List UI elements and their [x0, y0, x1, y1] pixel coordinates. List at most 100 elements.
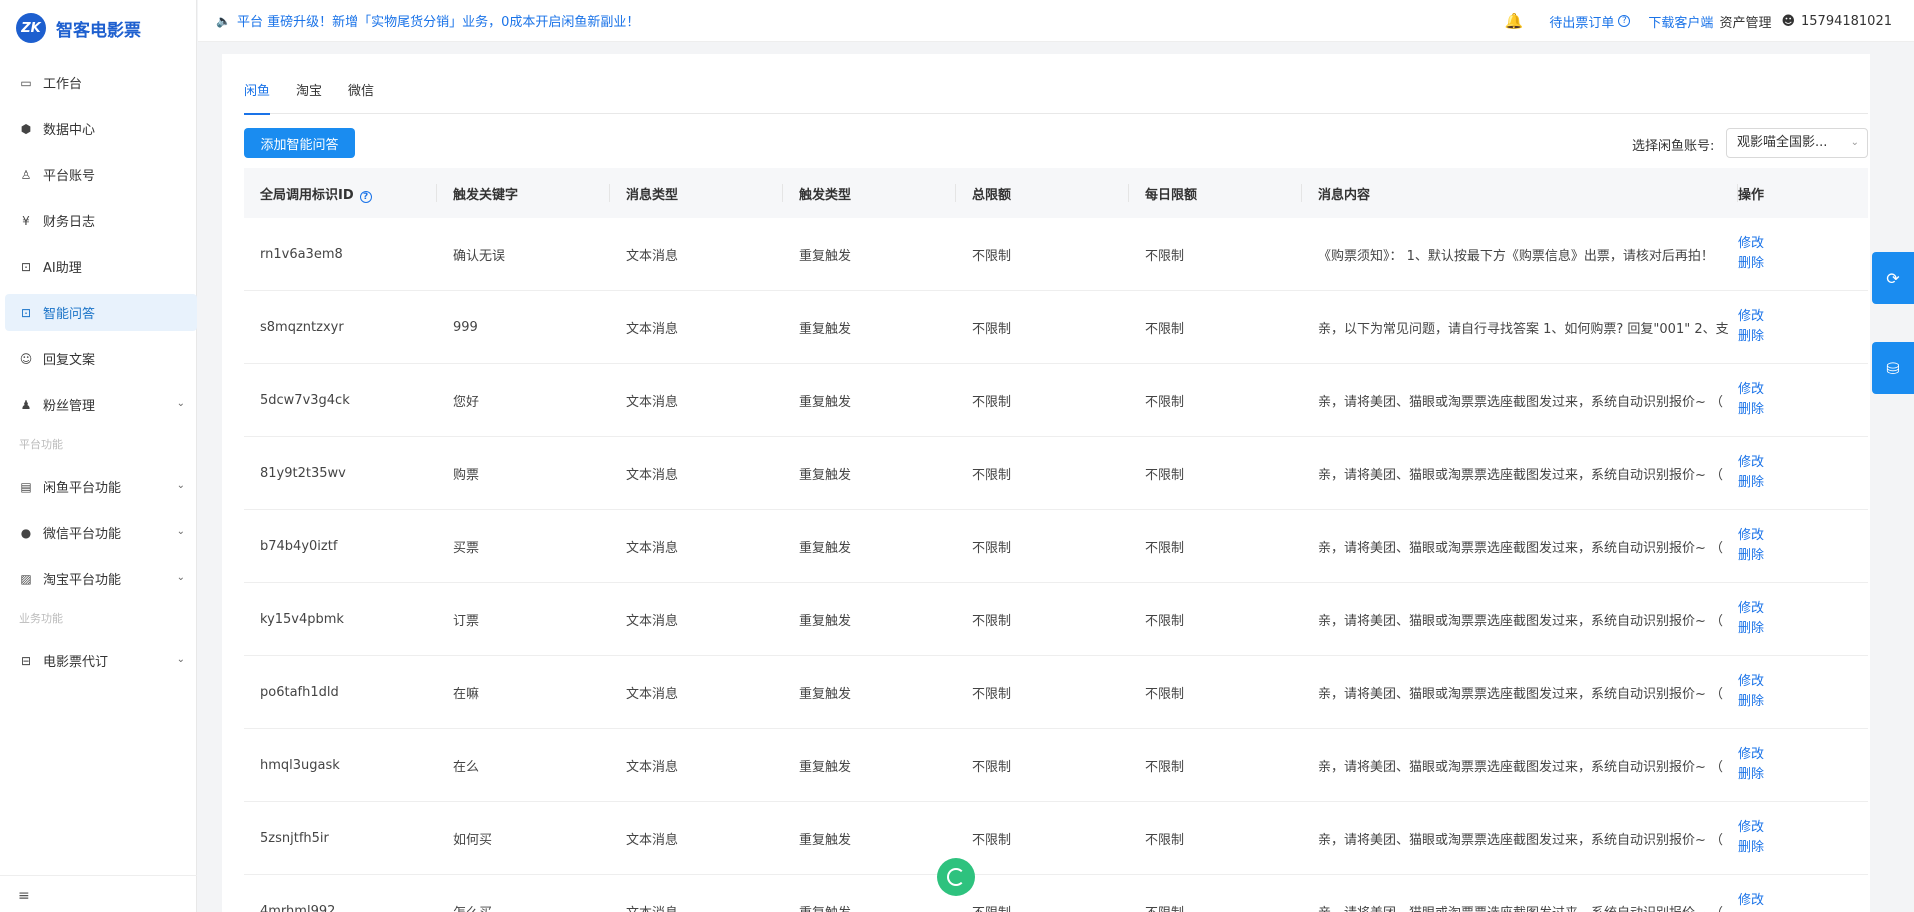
cell-msg_type: 文本消息	[626, 759, 679, 775]
account-select[interactable]: 观影喵全国影... ⌄	[1726, 128, 1868, 158]
tab-xianyu[interactable]: 闲鱼	[244, 82, 271, 115]
sidebar-item-movie-ticket[interactable]: ⊟ 电影票代订 ⌄	[5, 642, 197, 679]
table-row: 81y9t2t35wv 购票 文本消息 重复触发 不限制 不限制 亲，请将美团、猫眼或淘票票…	[244, 437, 1868, 510]
sidebar-item-finance-log[interactable]: ¥ 财务日志	[5, 202, 197, 239]
cell-id: rn1v6a3em8	[260, 246, 343, 262]
delete-link[interactable]: 删除	[1738, 327, 1868, 347]
sidebar-item-platform-account[interactable]: ♙ 平台账号	[5, 156, 197, 193]
cell-content: 亲，请将美团、猫眼或淘票票选座截图发过来，系统自动识别报价~ （	[1318, 540, 1724, 556]
edit-link[interactable]: 修改	[1738, 672, 1868, 692]
help-icon[interactable]: ?	[359, 190, 372, 203]
sidebar-item-label: 回复文案	[43, 353, 96, 368]
delete-link[interactable]: 删除	[1738, 473, 1868, 493]
cell-actions: 修改删除	[1738, 453, 1868, 493]
divider	[0, 875, 197, 876]
cell-daily: 不限制	[1145, 467, 1185, 483]
cell-total: 不限制	[972, 832, 1012, 848]
column-header-trigger-type: 触发类型	[783, 183, 956, 203]
cell-actions: 修改删除	[1738, 818, 1868, 858]
cell-trigger: 重复触发	[799, 248, 852, 264]
main-card: 闲鱼 淘宝 微信 添加智能问答 选择闲鱼账号: 观影喵全国影... ⌄ 全局调用…	[222, 54, 1870, 912]
platform-tabs: 闲鱼 淘宝 微信	[244, 82, 1868, 115]
sidebar-item-label: 工作台	[43, 77, 83, 92]
cell-daily: 不限制	[1145, 759, 1185, 775]
edit-link[interactable]: 修改	[1738, 453, 1868, 473]
account-select-label: 选择闲鱼账号:	[1632, 139, 1715, 154]
table-row: rn1v6a3em8 确认无误 文本消息 重复触发 不限制 不限制 《购票须知》： 1、默认…	[244, 218, 1868, 291]
cell-daily: 不限制	[1145, 686, 1185, 702]
speaker-icon: 🔈	[216, 13, 231, 28]
cell-id: 5zsnjtfh5ir	[260, 830, 329, 846]
yuan-icon: ¥	[22, 213, 30, 228]
fans-icon: ♟	[20, 397, 32, 412]
edit-link[interactable]: 修改	[1738, 526, 1868, 546]
refresh-float-button[interactable]: ⟳	[1872, 252, 1914, 304]
cell-content: 亲，请将美团、猫眼或淘票票选座截图发过来，系统自动识别报价~ （	[1318, 394, 1724, 410]
tab-taobao[interactable]: 淘宝	[296, 82, 322, 114]
sidebar-item-label: 财务日志	[43, 215, 96, 230]
column-header-label: 全局调用标识ID	[260, 187, 354, 203]
user-phone[interactable]: 15794181021	[1801, 14, 1892, 29]
sidebar-item-xianyu[interactable]: ▤ 闲鱼平台功能 ⌄	[5, 468, 197, 505]
pending-orders-link[interactable]: 待出票订单	[1549, 12, 1614, 31]
top-bar-actions: 🔔 待出票订单 ? 下载客户端 资产管理 ☻ 15794181021	[1505, 0, 1892, 42]
collapse-menu-icon[interactable]: ≡	[18, 888, 30, 904]
sidebar-item-data-center[interactable]: ⬢ 数据中心	[5, 110, 197, 147]
delete-link[interactable]: 删除	[1738, 619, 1868, 639]
sidebar-item-wechat[interactable]: ● 微信平台功能 ⌄	[5, 514, 197, 551]
cell-daily: 不限制	[1145, 321, 1185, 337]
logo[interactable]: ZK 智客电影票	[0, 0, 196, 56]
column-header-msg-type: 消息类型	[610, 183, 783, 203]
top-bar: 🔈 平台 重磅升级！新增「实物尾货分销」业务，0成本开启闲鱼新副业！ 🔔 待出票…	[198, 0, 1914, 42]
delete-link[interactable]: 删除	[1738, 765, 1868, 785]
cell-content: 亲，以下为常见问题，请自行寻找答案 1、如何购票? 回复"001" 2、支	[1318, 321, 1729, 337]
delete-link[interactable]: 删除	[1738, 400, 1868, 420]
delete-link[interactable]: 删除	[1738, 838, 1868, 858]
add-smart-qa-button[interactable]: 添加智能问答	[244, 128, 355, 158]
edit-link[interactable]: 修改	[1738, 234, 1868, 254]
asset-management-link[interactable]: 资产管理	[1719, 12, 1771, 31]
cell-daily: 不限制	[1145, 394, 1185, 410]
refresh-icon: ⟳	[1886, 268, 1900, 288]
cell-msg_type: 文本消息	[626, 832, 679, 848]
cell-total: 不限制	[972, 321, 1012, 337]
announcement: 🔈 平台 重磅升级！新增「实物尾货分销」业务，0成本开启闲鱼新副业！	[216, 11, 640, 31]
cell-msg_type: 文本消息	[626, 613, 679, 629]
cell-trigger: 重复触发	[799, 321, 852, 337]
table-body: rn1v6a3em8 确认无误 文本消息 重复触发 不限制 不限制 《购票须知》： 1、默认…	[244, 218, 1868, 912]
sidebar-item-taobao[interactable]: ▨ 淘宝平台功能 ⌄	[5, 560, 197, 597]
delete-link[interactable]: 删除	[1738, 254, 1868, 274]
cell-actions: 修改删除	[1738, 672, 1868, 712]
cell-id: 5dcw7v3g4ck	[260, 392, 350, 408]
help-icon[interactable]: ?	[1618, 15, 1631, 27]
edit-link[interactable]: 修改	[1738, 891, 1868, 911]
edit-link[interactable]: 修改	[1738, 380, 1868, 400]
sidebar-item-smart-qa[interactable]: ⊡ 智能问答	[5, 294, 197, 331]
cell-trigger: 重复触发	[799, 467, 852, 483]
edit-link[interactable]: 修改	[1738, 599, 1868, 619]
delete-link[interactable]: 删除	[1738, 546, 1868, 566]
tab-wechat[interactable]: 微信	[348, 82, 374, 114]
cell-id: hmql3ugask	[260, 757, 340, 773]
delete-link[interactable]: 删除	[1738, 692, 1868, 712]
shirt-float-button[interactable]: ⛁	[1872, 342, 1914, 394]
sidebar-item-ai-assistant[interactable]: ⊡ AI助理	[5, 248, 197, 285]
sidebar-item-fans-management[interactable]: ♟ 粉丝管理 ⌄	[5, 386, 197, 423]
cell-keyword: 您好	[453, 394, 480, 410]
edit-link[interactable]: 修改	[1738, 818, 1868, 838]
edit-link[interactable]: 修改	[1738, 745, 1868, 765]
cell-keyword: 如何买	[453, 832, 493, 848]
sidebar-item-reply-text[interactable]: ☺ 回复文案	[5, 340, 197, 377]
sidebar-item-label: 数据中心	[43, 123, 96, 138]
sidebar-item-workbench[interactable]: ▭ 工作台	[5, 64, 197, 101]
chevron-down-icon: ⌄	[176, 398, 185, 409]
column-header-total-limit: 总限额	[956, 183, 1129, 203]
cell-id: s8mqzntzxyr	[260, 319, 344, 335]
table-row: b74b4y0iztf 买票 文本消息 重复触发 不限制 不限制 亲，请将美团、猫眼或淘票票…	[244, 510, 1868, 583]
edit-link[interactable]: 修改	[1738, 307, 1868, 327]
announcement-text: 平台 重磅升级！新增「实物尾货分销」业务，0成本开启闲鱼新副业！	[236, 15, 640, 30]
download-client-link[interactable]: 下载客户端	[1648, 12, 1713, 31]
cell-actions: 修改删除	[1738, 234, 1868, 274]
cell-id: ky15v4pbmk	[260, 611, 344, 627]
bell-icon[interactable]: 🔔	[1505, 12, 1524, 30]
